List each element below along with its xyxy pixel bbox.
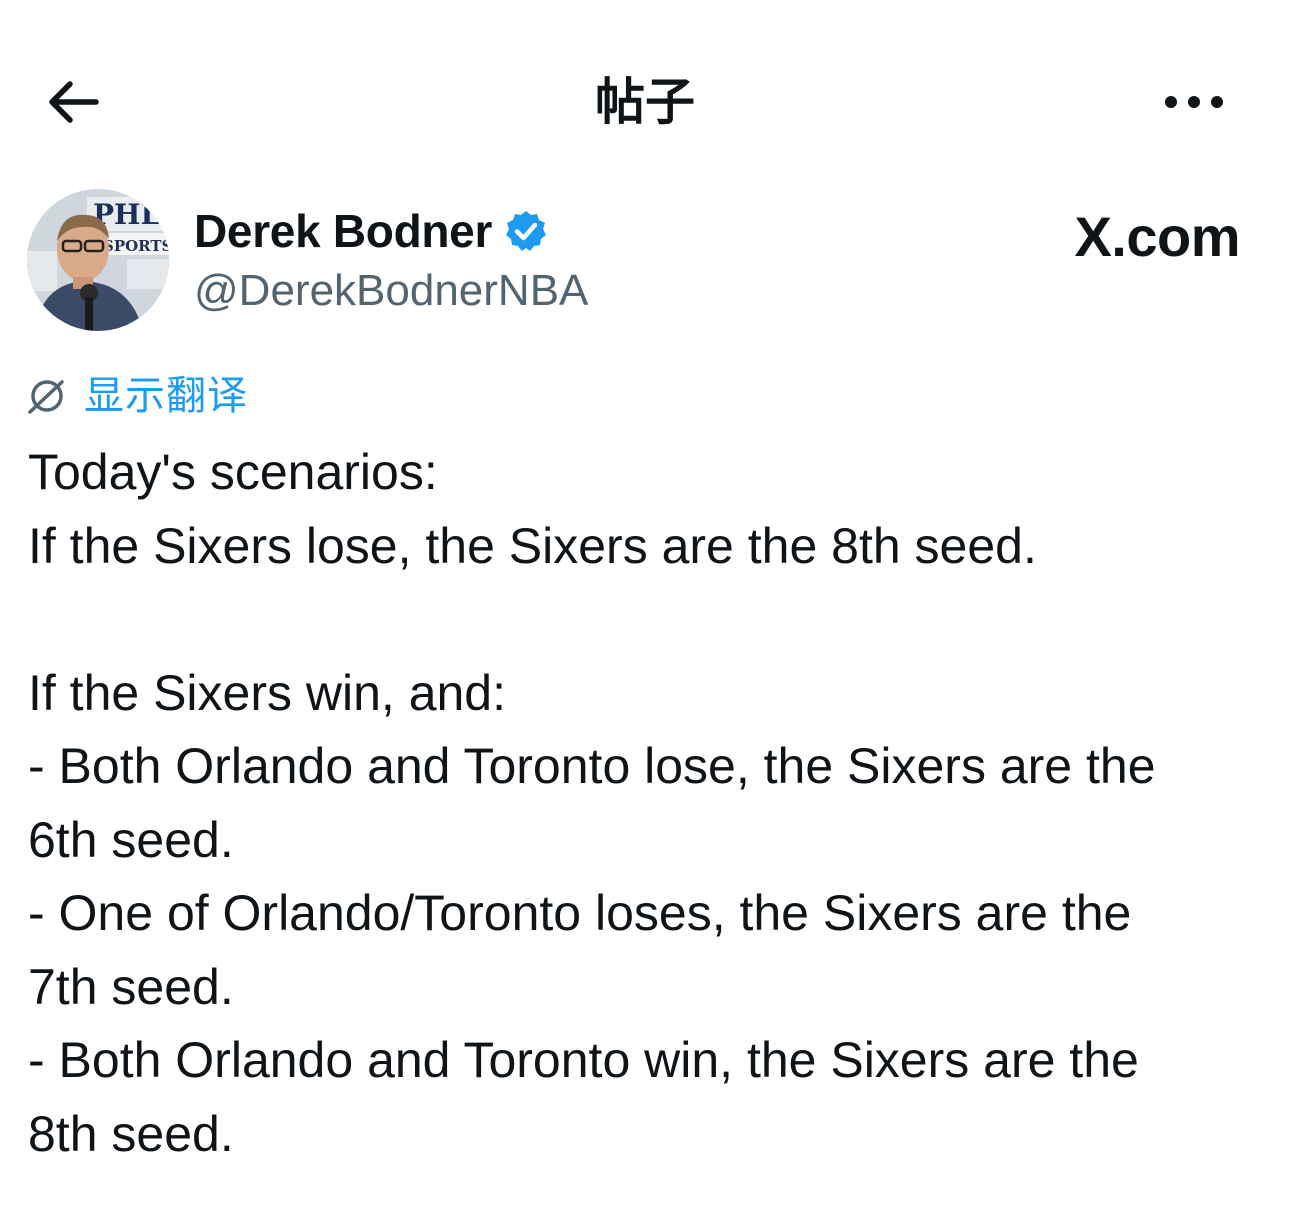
post-line: 8th seed.	[28, 1105, 234, 1162]
avatar[interactable]: PHL SPORTS	[27, 189, 169, 331]
post-line: - Both Orlando and Toronto win, the Sixe…	[28, 1032, 1139, 1088]
post-line: 7th seed.	[28, 958, 234, 1015]
post-line: - Both Orlando and Toronto lose, the Six…	[28, 738, 1156, 794]
post-blank-line	[28, 583, 1268, 657]
more-horizontal-icon	[1165, 96, 1223, 108]
post-line: - One of Orlando/Toronto loses, the Sixe…	[28, 885, 1132, 941]
more-options-button[interactable]	[1156, 78, 1232, 126]
author-name[interactable]: Derek Bodner	[194, 203, 548, 259]
top-navigation-bar: 帖子	[0, 50, 1290, 154]
post-text: Today's scenarios: If the Sixers lose, t…	[28, 436, 1268, 1171]
post-line: If the Sixers win, and:	[28, 664, 507, 721]
verified-badge-icon	[506, 211, 547, 251]
author-handle[interactable]: @DerekBodnerNBA	[194, 264, 588, 318]
page-title: 帖子	[595, 73, 695, 131]
show-translation-button[interactable]: 显示翻译	[26, 370, 248, 422]
post-line: Today's scenarios:	[28, 444, 438, 500]
avatar-sign-subtext: SPORTS	[103, 237, 169, 255]
avatar-photo: PHL SPORTS	[27, 189, 169, 331]
author-name-text: Derek Bodner	[194, 205, 493, 257]
post-line: 6th seed.	[28, 811, 234, 868]
post-line: If the Sixers lose, the Sixers are the 8…	[28, 517, 1037, 574]
brand-watermark: X.com	[1074, 205, 1240, 268]
translate-icon	[28, 380, 64, 414]
show-translation-label: 显示翻译	[84, 373, 248, 419]
